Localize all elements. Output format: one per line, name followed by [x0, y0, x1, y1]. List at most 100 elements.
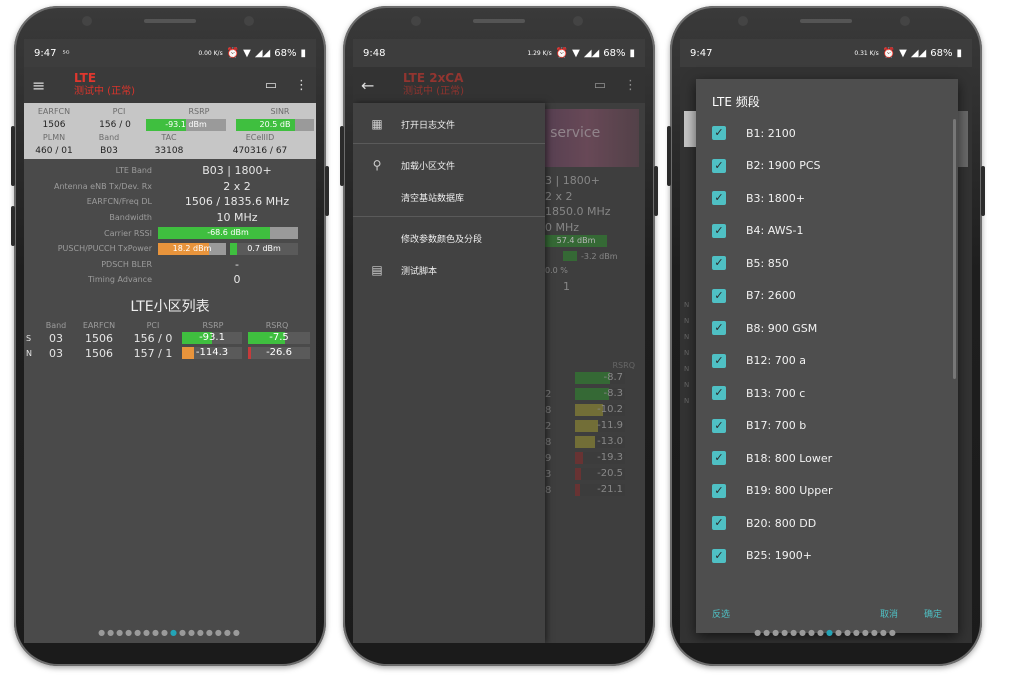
hamburger-menu-icon[interactable]: ≡ [32, 76, 48, 95]
cell-rsrq-bar: -7.5 [248, 332, 310, 345]
hdr-plmn: PLMN [42, 133, 66, 142]
col-band: Band [45, 320, 67, 330]
checkbox-checked-icon[interactable]: ✓ [712, 418, 726, 433]
cell-table: Band EARFCN PCI RSRP RSRQ S 03 1506 156 … [24, 320, 316, 361]
checkbox-checked-icon[interactable]: ✓ [712, 386, 726, 401]
kv-row: Timing Advance 0 [24, 272, 316, 288]
kv-value: 10 MHz [216, 211, 258, 225]
checkbox-checked-icon[interactable]: ✓ [712, 353, 726, 368]
band-checkbox-item[interactable]: ✓ B5: 850 [696, 247, 958, 280]
scrim[interactable] [545, 103, 645, 643]
drawer-item-clear-db[interactable]: 清空基站数据库 [353, 186, 545, 208]
checkbox-checked-icon[interactable]: ✓ [712, 321, 726, 336]
overflow-menu-icon[interactable]: ⋮ [624, 78, 637, 93]
drawer-item-test-script[interactable]: ▤ 测试脚本 [353, 259, 545, 281]
band-checkbox-item[interactable]: ✓ B20: 800 DD [696, 507, 958, 540]
kv-row: PDSCH BLER - [24, 257, 316, 273]
grid-header-row-2: PLMN Band TAC ECellID [24, 131, 316, 144]
band-checkbox-item[interactable]: ✓ B12: 700 a [696, 345, 958, 378]
band-label: B19: 800 Upper [746, 484, 833, 498]
band-checkbox-item[interactable]: ✓ B17: 700 b [696, 410, 958, 443]
checkbox-checked-icon[interactable]: ✓ [712, 548, 726, 563]
side-button [11, 206, 15, 246]
band-checkbox-item[interactable]: ✓ B25: 1900+ [696, 540, 958, 573]
checkbox-checked-icon[interactable]: ✓ [712, 483, 726, 498]
checkbox-checked-icon[interactable]: ✓ [712, 288, 726, 303]
checkbox-checked-icon[interactable]: ✓ [712, 516, 726, 531]
band-checkbox-item[interactable]: ✓ B7: 2600 [696, 280, 958, 313]
band-checkbox-item[interactable]: ✓B26: 850+ [696, 572, 958, 573]
hdr-sinr: SINR [270, 107, 290, 116]
drawer-item-load-cell-file[interactable]: ⚲ 加载小区文件 [353, 154, 545, 176]
table-row[interactable]: S 03 1506 156 / 0 -93.1 -7.5 [24, 331, 316, 346]
wifi-icon: ▼ [572, 47, 580, 59]
kv-value: B03 | 1800+ [202, 164, 272, 178]
network-speed: 0.31 K/s [854, 49, 879, 57]
ok-button[interactable]: 确定 [924, 607, 942, 620]
cell-signal-icon: ◢◢ [910, 47, 927, 59]
kv-key: Antenna eNB Tx/Dev. Rx [53, 181, 152, 191]
screen-band-dialog: 9:47 0.31 K/s ⏰ ▼ ◢◢ 68% ▮ NNNNNNN LTE 频… [680, 39, 972, 643]
band-label: B2: 1900 PCS [746, 159, 821, 173]
network-speed: 0.00 K/s [198, 49, 223, 57]
divider [353, 143, 545, 144]
kv-value: 1506 / 1835.6 MHz [184, 195, 290, 209]
back-arrow-icon[interactable]: ← [361, 76, 377, 95]
checkbox-checked-icon[interactable]: ✓ [712, 126, 726, 141]
kv-key: PDSCH BLER [101, 259, 152, 269]
dialog-title: LTE 频段 [712, 95, 760, 109]
app-title: LTE [74, 71, 97, 85]
battery-text: 68% [930, 47, 953, 59]
grid-header-row: EARFCN PCI RSRP SINR [24, 105, 316, 118]
drawer-item-color-settings[interactable]: 修改参数颜色及分段 [353, 227, 545, 249]
band-checkbox-item[interactable]: ✓ B3: 1800+ [696, 182, 958, 215]
grid-value-row-2: 460 / 01 B03 33108 470316 / 67 [24, 144, 316, 157]
divider [353, 216, 545, 217]
band-checkbox-item[interactable]: ✓ B8: 900 GSM [696, 312, 958, 345]
sim-card-icon[interactable]: ▭ [594, 78, 606, 93]
band-checkbox-item[interactable]: ✓ B2: 1900 PCS [696, 150, 958, 183]
drawer-item-open-log[interactable]: ▦ 打开日志文件 [353, 113, 545, 135]
cancel-button[interactable]: 取消 [880, 607, 898, 620]
rssi-bar: -68.6 dBm [158, 227, 298, 240]
cell-earfcn: 1506 [85, 346, 113, 360]
hdr-pci: PCI [112, 107, 126, 116]
val-pci: 156 / 0 [99, 119, 131, 130]
kv-key: LTE Band [115, 166, 152, 176]
table-row[interactable]: N 03 1506 157 / 1 -114.3 -26.6 [24, 346, 316, 361]
cell-pci: 156 / 0 [133, 331, 173, 345]
battery-text: 68% [603, 47, 626, 59]
battery-text: 68% [274, 47, 297, 59]
overflow-menu-icon[interactable]: ⋮ [295, 78, 308, 93]
pucch-value: 0.7 dBm [247, 243, 281, 253]
cell-signal-icon: ◢◢ [254, 47, 271, 59]
app-subtitle: 测试中 (正常) [403, 86, 464, 97]
app-subtitle: 测试中 (正常) [74, 86, 135, 97]
earpiece [473, 19, 525, 23]
script-icon: ▤ [371, 263, 383, 277]
band-checkbox-item[interactable]: ✓ B13: 700 c [696, 377, 958, 410]
dialog-scrollbar[interactable] [953, 119, 956, 379]
status-time: 9:48 [363, 47, 386, 59]
camera-icon [82, 16, 92, 26]
sim-card-icon[interactable]: ▭ [265, 78, 277, 93]
band-list[interactable]: ✓ B1: 2100 ✓ B2: 1900 PCS ✓ B3: 1800+ ✓ B4: AWS… [696, 117, 958, 573]
band-checkbox-item[interactable]: ✓ B19: 800 Upper [696, 475, 958, 508]
checkbox-checked-icon[interactable]: ✓ [712, 223, 726, 238]
kv-row: Antenna eNB Tx/Dev. Rx 2 x 2 [24, 179, 316, 195]
phone-frame-1: 9:47 ⁵ᴳ 0.00 K/s ⏰ ▼ ◢◢ 68% ▮ ≡ LTE 测试中 … [11, 6, 329, 666]
checkbox-checked-icon[interactable]: ✓ [712, 256, 726, 271]
status-bar: 9:47 ⁵ᴳ 0.00 K/s ⏰ ▼ ◢◢ 68% ▮ [24, 39, 316, 67]
checkbox-checked-icon[interactable]: ✓ [712, 158, 726, 173]
checkbox-checked-icon[interactable]: ✓ [712, 451, 726, 466]
val-ecellid: 470316 / 67 [232, 145, 288, 156]
invert-selection-button[interactable]: 反选 [712, 607, 730, 620]
band-checkbox-item[interactable]: ✓ B4: AWS-1 [696, 215, 958, 248]
checkbox-checked-icon[interactable]: ✓ [712, 191, 726, 206]
rsrp-bar: -93.1 dBm [146, 118, 226, 131]
band-checkbox-item[interactable]: ✓ B18: 800 Lower [696, 442, 958, 475]
windows-log-icon: ▦ [371, 117, 383, 131]
status-bar: 9:48 1.29 K/s ⏰ ▼ ◢◢ 68% ▮ [353, 39, 645, 67]
band-label: B25: 1900+ [746, 549, 812, 563]
band-checkbox-item[interactable]: ✓ B1: 2100 [696, 117, 958, 150]
